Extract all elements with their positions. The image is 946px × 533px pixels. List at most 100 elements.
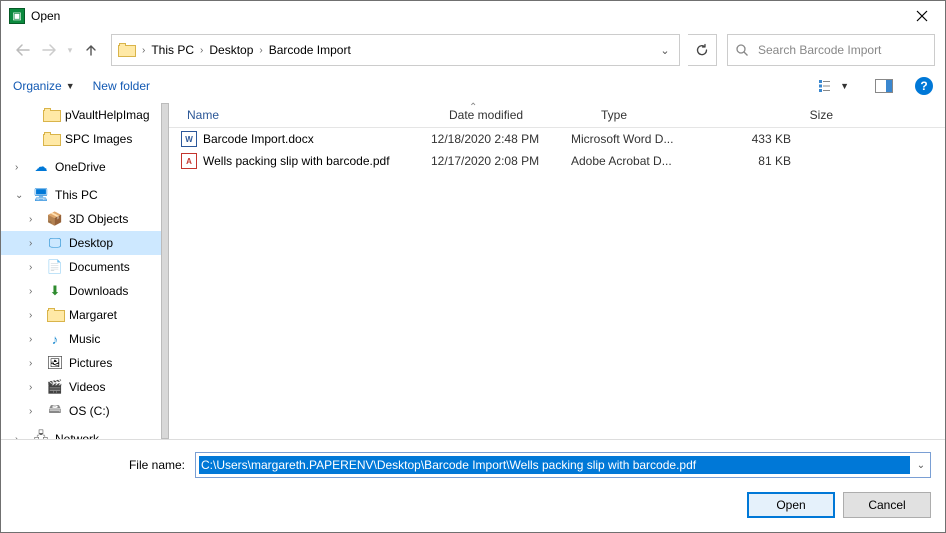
network-icon: 🖧: [33, 431, 49, 439]
nav-up-button[interactable]: [79, 38, 103, 62]
dropdown-icon: ▼: [66, 81, 75, 91]
col-name[interactable]: Name: [181, 108, 443, 122]
address-bar[interactable]: › This PC › Desktop › Barcode Import ⌄: [111, 34, 680, 66]
pc-icon: 🖥: [33, 187, 49, 203]
preview-pane-icon: [875, 79, 893, 93]
tree-item-margaret[interactable]: ›Margaret: [1, 303, 169, 327]
tree-label: Videos: [69, 380, 105, 394]
dropdown-icon: ▼: [840, 81, 849, 91]
app-icon: ▣: [9, 8, 25, 24]
tree-item-desktop[interactable]: ›🖵Desktop: [1, 231, 169, 255]
address-history-dropdown[interactable]: ⌄: [651, 35, 679, 65]
tree-item-videos[interactable]: ›🎬Videos: [1, 375, 169, 399]
file-name: Barcode Import.docx: [203, 132, 314, 146]
file-name: Wells packing slip with barcode.pdf: [203, 154, 390, 168]
tree-item-music[interactable]: ›♪Music: [1, 327, 169, 351]
tree-label: Network: [55, 432, 99, 439]
filename-dropdown[interactable]: ⌄: [912, 453, 930, 477]
view-options-button[interactable]: ▼: [815, 77, 853, 95]
file-type: Adobe Acrobat D...: [571, 154, 711, 168]
close-button[interactable]: [899, 1, 945, 31]
tree-item-osc[interactable]: ›🖴OS (C:): [1, 399, 169, 423]
arrow-right-icon: [41, 43, 57, 57]
tree-label: Desktop: [69, 236, 113, 250]
search-input[interactable]: [756, 42, 934, 58]
tree-item-downloads[interactable]: ›⬇Downloads: [1, 279, 169, 303]
tree-item-network[interactable]: › 🖧 Network: [1, 427, 169, 439]
disk-icon: 🖴: [47, 403, 63, 419]
file-list: ⌃ Name Date modified Type Size WBarcode …: [169, 103, 945, 439]
cancel-label: Cancel: [868, 498, 905, 512]
chevron-right-icon[interactable]: ›: [257, 45, 264, 56]
breadcrumb-thispc[interactable]: This PC: [147, 35, 198, 65]
filename-label: File name:: [15, 458, 187, 472]
tree-label: Documents: [69, 260, 130, 274]
expand-icon[interactable]: ›: [15, 162, 25, 173]
titlebar: ▣ Open: [1, 1, 945, 31]
help-button[interactable]: ?: [915, 77, 933, 95]
open-button[interactable]: Open: [747, 492, 835, 518]
toolbar: Organize ▼ New folder ▼ ?: [1, 69, 945, 103]
pictures-icon: 🖼: [47, 355, 63, 371]
file-row[interactable]: WBarcode Import.docx 12/18/2020 2:48 PM …: [169, 128, 945, 150]
breadcrumb-desktop[interactable]: Desktop: [205, 35, 257, 65]
tree-label: OS (C:): [69, 404, 110, 418]
tree-item-onedrive[interactable]: › ☁ OneDrive: [1, 155, 169, 179]
search-icon: [728, 43, 756, 57]
documents-icon: 📄: [47, 259, 63, 275]
organize-label: Organize: [13, 79, 62, 93]
refresh-button[interactable]: [688, 34, 717, 66]
tree-label: SPC Images: [65, 132, 132, 146]
file-date: 12/18/2020 2:48 PM: [431, 132, 571, 146]
open-dialog: ▣ Open ▾ › This PC › Desktop › Barcode I…: [0, 0, 946, 533]
file-date: 12/17/2020 2:08 PM: [431, 154, 571, 168]
filename-combo[interactable]: C:\Users\margareth.PAPERENV\Desktop\Barc…: [195, 452, 931, 478]
splitter-handle[interactable]: [161, 103, 169, 439]
footer: File name: C:\Users\margareth.PAPERENV\D…: [1, 439, 945, 532]
preview-pane-button[interactable]: [871, 77, 897, 95]
new-folder-button[interactable]: New folder: [93, 79, 150, 93]
cube-icon: 📦: [47, 211, 63, 227]
tree-item-documents[interactable]: ›📄Documents: [1, 255, 169, 279]
arrow-left-icon: [15, 43, 31, 57]
nav-recent-button[interactable]: ▾: [63, 38, 77, 62]
col-date[interactable]: Date modified: [443, 108, 595, 122]
nav-back-button[interactable]: [11, 38, 35, 62]
pdf-file-icon: A: [181, 153, 197, 169]
file-size: 81 KB: [711, 154, 791, 168]
expand-icon[interactable]: ›: [15, 434, 25, 440]
organize-menu[interactable]: Organize ▼: [13, 79, 75, 93]
nav-forward-button[interactable]: [37, 38, 61, 62]
cancel-button[interactable]: Cancel: [843, 492, 931, 518]
collapse-icon[interactable]: ⌄: [15, 190, 25, 201]
desktop-icon: 🖵: [47, 235, 63, 251]
address-folder-icon: [112, 35, 140, 65]
chevron-right-icon[interactable]: ›: [140, 45, 147, 56]
tree-label: Downloads: [69, 284, 128, 298]
tree-label: Pictures: [69, 356, 112, 370]
tree-label: Margaret: [69, 308, 117, 322]
sort-asc-icon: ⌃: [469, 102, 477, 113]
tree-label: pVaultHelpImag: [65, 108, 150, 122]
breadcrumb-current[interactable]: Barcode Import: [265, 35, 355, 65]
music-icon: ♪: [47, 331, 63, 347]
col-type[interactable]: Type: [595, 108, 747, 122]
tree-label: 3D Objects: [69, 212, 128, 226]
search-box[interactable]: [727, 34, 935, 66]
col-size[interactable]: Size: [747, 108, 839, 122]
tree-item-thispc[interactable]: ⌄🖥This PC: [1, 183, 169, 207]
cloud-icon: ☁: [33, 159, 49, 175]
chevron-right-icon[interactable]: ›: [198, 45, 205, 56]
new-folder-label: New folder: [93, 79, 150, 93]
column-headers: ⌃ Name Date modified Type Size: [169, 103, 945, 128]
tree-item-spc[interactable]: SPC Images: [1, 127, 169, 151]
tree-item-3dobjects[interactable]: ›📦3D Objects: [1, 207, 169, 231]
tree-label: OneDrive: [55, 160, 106, 174]
tree-item-pvault[interactable]: pVaultHelpImag: [1, 103, 169, 127]
tree-item-pictures[interactable]: ›🖼Pictures: [1, 351, 169, 375]
file-row[interactable]: A Wells packing slip with barcode.pdf 12/…: [169, 150, 945, 172]
window-title: Open: [31, 9, 60, 23]
file-type: Microsoft Word D...: [571, 132, 711, 146]
downloads-icon: ⬇: [47, 283, 63, 299]
tree-label: Music: [69, 332, 100, 346]
